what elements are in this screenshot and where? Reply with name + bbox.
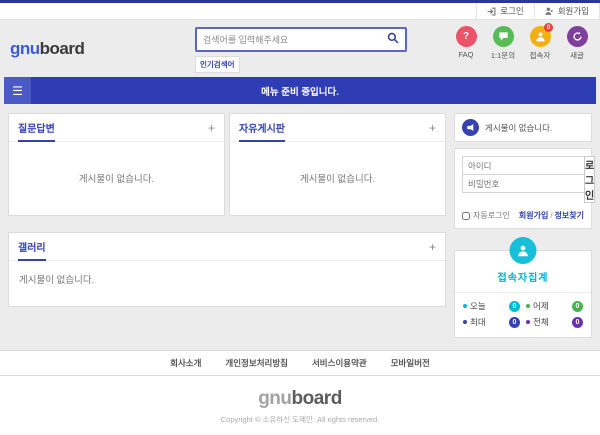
stat-today: 오늘 0 bbox=[463, 300, 520, 312]
bullet-icon bbox=[526, 320, 530, 324]
stat-max: 최대 0 bbox=[463, 316, 520, 328]
board-more-gallery[interactable]: + bbox=[429, 242, 436, 257]
sidebar: 게시물이 없습니다. 로그인 자동로그인 회원가입/정보찾기 bbox=[454, 113, 592, 362]
search-box bbox=[195, 27, 407, 52]
inquiry-button[interactable]: 1:1문의 bbox=[488, 26, 518, 61]
menu-button[interactable]: ☰ bbox=[4, 77, 31, 104]
auto-login-toggle[interactable]: 자동로그인 bbox=[462, 210, 510, 221]
login-link-label: 로그인 bbox=[500, 5, 523, 17]
board-title-qna[interactable]: 질문답변 bbox=[18, 120, 55, 142]
board-title-free[interactable]: 자유게시판 bbox=[239, 120, 285, 142]
board-box-gallery: 갤러리 + 게시물이 없습니다. bbox=[8, 232, 446, 307]
notice-box: 게시물이 없습니다. bbox=[454, 113, 592, 142]
search-area: 인기검색어 bbox=[195, 27, 407, 73]
stat-value-badge: 0 bbox=[509, 317, 520, 328]
visitors-label: 접속자 bbox=[525, 50, 555, 61]
inquiry-label: 1:1문의 bbox=[488, 50, 518, 61]
popular-search-badge[interactable]: 인기검색어 bbox=[195, 56, 240, 73]
footer-link-company[interactable]: 회사소개 bbox=[170, 357, 201, 369]
refresh-icon bbox=[567, 26, 588, 47]
faq-label: FAQ bbox=[451, 50, 481, 59]
visitors-count-badge: 0 bbox=[544, 23, 553, 32]
stat-label: 어제 bbox=[533, 300, 572, 312]
bullet-icon bbox=[463, 304, 467, 308]
visitors-button[interactable]: 0 접속자 bbox=[525, 26, 555, 61]
signup-link[interactable]: 회원가입 bbox=[534, 3, 600, 19]
board-more-qna[interactable]: + bbox=[208, 123, 215, 138]
footer-logo-prefix: gnu bbox=[258, 388, 291, 409]
user-plus-icon bbox=[545, 7, 554, 16]
site-logo[interactable]: gnuboard bbox=[10, 39, 84, 59]
footer-link-terms[interactable]: 서비스이용약관 bbox=[312, 357, 367, 369]
footer-logo[interactable]: gnuboard bbox=[0, 376, 600, 410]
password-field[interactable] bbox=[462, 174, 585, 193]
main-column: 질문답변 + 게시물이 없습니다. 자유게시판 + 게시물이 없습니다. 갤러리… bbox=[8, 113, 446, 362]
notice-message: 게시물이 없습니다. bbox=[485, 122, 552, 134]
stat-value-badge: 0 bbox=[509, 301, 520, 312]
login-box: 로그인 자동로그인 회원가입/정보찾기 bbox=[454, 148, 592, 229]
search-icon bbox=[387, 32, 399, 47]
speech-bubble-icon bbox=[493, 26, 514, 47]
login-submit-button[interactable]: 로그인 bbox=[584, 156, 595, 203]
visitor-stats-title: 접속자집계 bbox=[455, 269, 591, 293]
nav-message: 메뉴 준비 중입니다. bbox=[4, 84, 596, 98]
stat-yesterday: 어제 0 bbox=[526, 300, 583, 312]
logo-suffix: board bbox=[40, 39, 85, 58]
stat-total: 전체 0 bbox=[526, 316, 583, 328]
quick-icons: ? FAQ 1:1문의 0 접속자 새글 bbox=[451, 26, 592, 61]
visitors-stats-icon bbox=[510, 237, 537, 264]
new-posts-button[interactable]: 새글 bbox=[562, 26, 592, 61]
footer-links: 회사소개 개인정보처리방침 서비스이용약관 모바일버전 bbox=[0, 350, 600, 376]
board-title-gallery[interactable]: 갤러리 bbox=[18, 239, 46, 261]
find-info-link[interactable]: 정보찾기 bbox=[555, 211, 584, 220]
stat-label: 최대 bbox=[470, 316, 509, 328]
megaphone-icon bbox=[462, 119, 479, 136]
member-links: 회원가입/정보찾기 bbox=[519, 210, 584, 221]
board-empty-message: 게시물이 없습니다. bbox=[9, 142, 224, 215]
stat-label: 오늘 bbox=[470, 300, 509, 312]
stat-label: 전체 bbox=[533, 316, 572, 328]
hamburger-icon: ☰ bbox=[12, 84, 23, 98]
auto-login-checkbox[interactable] bbox=[462, 212, 470, 220]
search-button[interactable] bbox=[387, 32, 399, 47]
faq-button[interactable]: ? FAQ bbox=[451, 26, 481, 61]
footer-logo-suffix: board bbox=[292, 388, 342, 409]
new-posts-label: 새글 bbox=[562, 50, 592, 61]
signup-footer-link[interactable]: 회원가입 bbox=[519, 211, 548, 220]
main-nav: ☰ 메뉴 준비 중입니다. bbox=[4, 77, 596, 104]
footer-link-privacy[interactable]: 개인정보처리방침 bbox=[225, 357, 288, 369]
content: 질문답변 + 게시물이 없습니다. 자유게시판 + 게시물이 없습니다. 갤러리… bbox=[0, 104, 600, 362]
visitor-stats: 접속자집계 오늘 0 어제 0 최대 0 bbox=[454, 250, 592, 338]
login-icon bbox=[487, 7, 496, 16]
stat-value-badge: 0 bbox=[572, 317, 583, 328]
board-more-free[interactable]: + bbox=[429, 123, 436, 138]
auto-login-label: 자동로그인 bbox=[473, 210, 510, 221]
bullet-icon bbox=[463, 320, 467, 324]
faq-icon: ? bbox=[456, 26, 477, 47]
search-input[interactable] bbox=[203, 35, 387, 45]
signup-link-label: 회원가입 bbox=[558, 5, 589, 17]
logo-prefix: gnu bbox=[10, 39, 40, 58]
stat-value-badge: 0 bbox=[572, 301, 583, 312]
copyright-text: Copyright © 소유하신 도메인. All rights reserve… bbox=[0, 410, 600, 435]
gallery-empty-message: 게시물이 없습니다. bbox=[9, 261, 445, 306]
footer: 회사소개 개인정보처리방침 서비스이용약관 모바일버전 gnuboard Cop… bbox=[0, 350, 600, 435]
footer-link-mobile[interactable]: 모바일버전 bbox=[391, 357, 430, 369]
id-field[interactable] bbox=[462, 156, 585, 175]
topbar: 로그인 회원가입 bbox=[0, 0, 600, 20]
board-empty-message: 게시물이 없습니다. bbox=[230, 142, 445, 215]
board-box-qna: 질문답변 + 게시물이 없습니다. bbox=[8, 113, 225, 216]
header: gnuboard 인기검색어 ? FAQ 1:1문의 0 bbox=[0, 20, 600, 77]
bullet-icon bbox=[526, 304, 530, 308]
board-box-free: 자유게시판 + 게시물이 없습니다. bbox=[229, 113, 446, 216]
login-link[interactable]: 로그인 bbox=[476, 3, 533, 19]
